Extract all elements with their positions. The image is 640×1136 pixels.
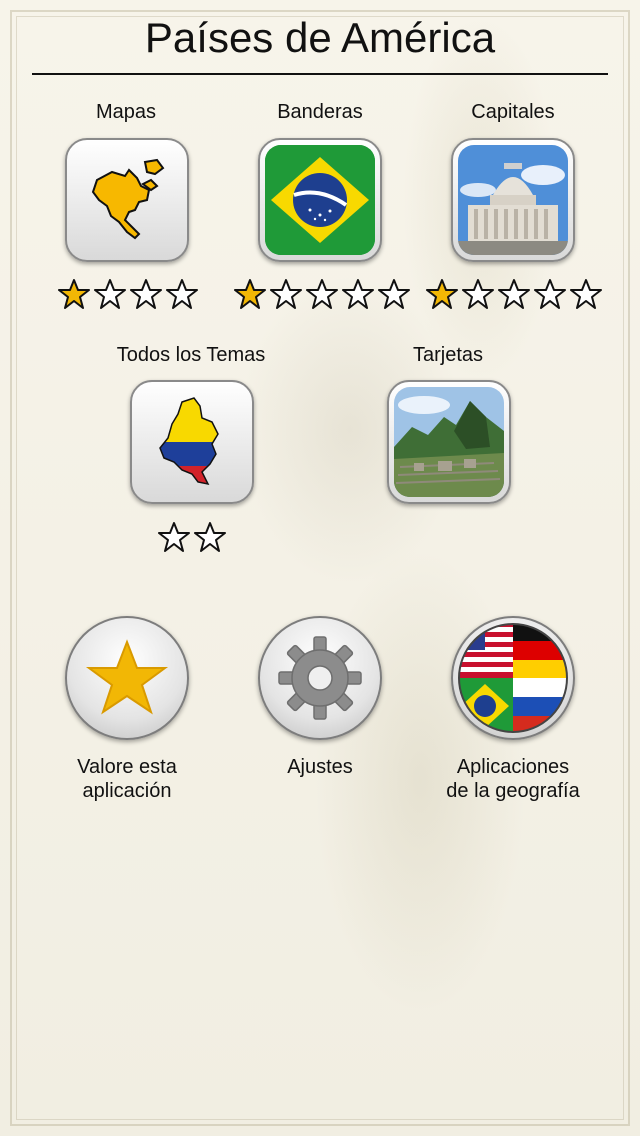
mapas-tile[interactable] [65,138,189,262]
todos-los-temas-stars [158,521,226,558]
banderas-label: Banderas [277,101,363,123]
settings-button[interactable] [258,616,382,740]
colombia-map-flag-icon [137,387,247,497]
machu-picchu-photo-icon [394,387,504,497]
star-icon [85,639,169,715]
empty-star-icon [194,521,226,558]
capitales-label: Capitales [471,101,555,123]
mapas-stars [58,278,198,315]
filled-star-icon [234,278,266,315]
empty-star-icon [130,278,162,315]
capitales-stars [426,278,602,315]
empty-star-icon [306,278,338,315]
flags-collage-icon [458,623,568,733]
geography-apps-label: Aplicaciones de la geografía [423,755,603,803]
banderas-tile[interactable] [258,138,382,262]
geography-apps-button[interactable] [451,616,575,740]
brazil-flag-icon [265,145,375,255]
filled-star-icon [426,278,458,315]
empty-star-icon [498,278,530,315]
settings-label: Ajustes [287,756,353,778]
rate-app-label-line2: aplicación [82,780,172,802]
tarjetas-label: Tarjetas [412,344,484,366]
empty-star-icon [158,521,190,558]
empty-star-icon [94,278,126,315]
todos-los-temas-tile[interactable] [130,380,254,504]
gear-icon [278,636,362,720]
empty-star-icon [342,278,374,315]
capitol-building-photo-icon [458,145,568,255]
north-america-map-icon [72,145,182,255]
empty-star-icon [270,278,302,315]
todos-los-temas-label: Todos los Temas [116,344,266,366]
empty-star-icon [462,278,494,315]
title-divider [32,73,608,75]
rate-app-button[interactable] [65,616,189,740]
tarjetas-tile[interactable] [387,380,511,504]
empty-star-icon [534,278,566,315]
rate-app-label-line1: Valore esta [77,756,177,778]
empty-star-icon [570,278,602,315]
mapas-label: Mapas [95,101,157,123]
empty-star-icon [378,278,410,315]
empty-star-icon [166,278,198,315]
filled-star-icon [58,278,90,315]
capitales-tile[interactable] [451,138,575,262]
rate-app-label: Valore esta aplicación [47,755,207,803]
geography-apps-label-line2: de la geografía [446,780,580,802]
banderas-stars [234,278,410,315]
page-title: Países de América [144,14,496,61]
geography-apps-label-line1: Aplicaciones [456,756,570,778]
